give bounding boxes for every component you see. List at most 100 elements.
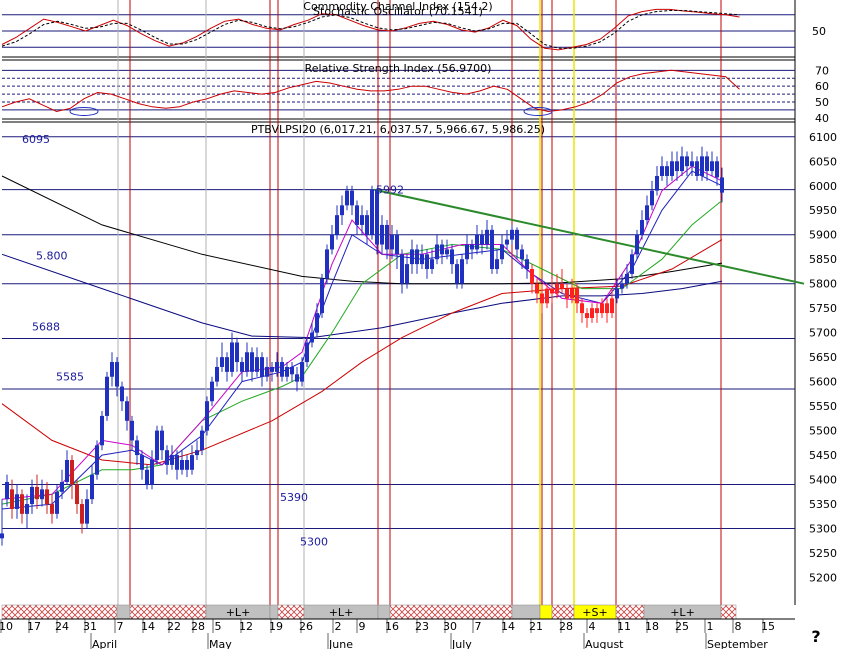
- price-level-label: 5300: [300, 535, 328, 548]
- date-tick-label: 14: [501, 620, 515, 633]
- date-tick-label: 7: [117, 620, 124, 633]
- candle: [20, 489, 24, 524]
- candle: [355, 200, 359, 235]
- rsi-title: Relative Strength Index (56.9700): [305, 62, 492, 75]
- candle-body: [40, 489, 44, 500]
- date-tick-label: 31: [83, 620, 97, 633]
- candle: [670, 151, 674, 181]
- candle-body: [320, 278, 324, 314]
- month-label: May: [209, 638, 232, 649]
- date-tick-label: 12: [239, 620, 253, 633]
- date-tick-label: 16: [385, 620, 399, 633]
- candle-body: [315, 313, 319, 333]
- signal-band: [539, 604, 553, 620]
- candle-body: [460, 259, 464, 284]
- candle-body: [550, 288, 554, 294]
- candle-body: [480, 234, 484, 245]
- candle-body: [450, 249, 454, 265]
- candle-body: [220, 357, 224, 367]
- candle: [400, 249, 404, 294]
- candle: [710, 151, 714, 176]
- candle-body: [640, 220, 644, 235]
- candle-body: [70, 459, 74, 485]
- moving-average-line: [1, 253, 723, 339]
- date-tick-label: 14: [141, 620, 155, 633]
- candle: [325, 244, 329, 284]
- candle-body: [340, 205, 344, 216]
- candle: [205, 396, 209, 436]
- candle-body: [590, 308, 594, 318]
- candle-body: [195, 450, 199, 456]
- candle: [705, 151, 709, 181]
- price-tick-label: 5800: [809, 278, 837, 291]
- candle-body: [65, 459, 69, 483]
- candle: [245, 342, 249, 377]
- candle: [45, 482, 49, 514]
- candle-body: [660, 166, 664, 176]
- candle-body: [225, 357, 229, 372]
- candle-body: [165, 450, 169, 465]
- candle: [260, 352, 264, 387]
- candle-body: [710, 161, 714, 172]
- date-tick-label: 25: [675, 620, 689, 633]
- candle-body: [595, 308, 599, 314]
- candle: [135, 435, 139, 465]
- candle: [340, 195, 344, 225]
- candle-body: [80, 504, 84, 524]
- price-tick-label: 5600: [809, 376, 837, 389]
- candle-body: [690, 161, 694, 167]
- candle-body: [160, 430, 164, 451]
- candle-body: [365, 215, 369, 235]
- candle-body: [700, 156, 704, 176]
- signal-band: [377, 604, 391, 620]
- candle-body: [565, 288, 569, 299]
- candle: [240, 357, 244, 382]
- candle-body: [55, 491, 59, 514]
- candle-body: [245, 352, 249, 372]
- candle-body: [635, 234, 639, 255]
- candle-body: [430, 259, 434, 270]
- price-tick-label: 5300: [809, 523, 837, 536]
- price-tick-label: 6050: [809, 155, 837, 168]
- candle-body: [285, 366, 289, 377]
- candle-body: [300, 362, 304, 382]
- signal-band: [277, 604, 305, 620]
- candle: [185, 455, 189, 478]
- month-label: August: [585, 638, 624, 649]
- candle-body: [675, 161, 679, 172]
- date-tick-label: 15: [761, 620, 775, 633]
- month-label: July: [451, 638, 472, 649]
- candle-body: [260, 357, 264, 377]
- candle: [330, 224, 334, 255]
- candle-body: [210, 381, 214, 402]
- candle-body: [115, 362, 119, 387]
- date-tick-label: 10: [0, 620, 13, 633]
- moving-average-line: [1, 239, 723, 466]
- candle: [605, 298, 609, 323]
- candle: [40, 479, 44, 507]
- rsi-tick-label: 60: [815, 80, 829, 93]
- candle-body: [250, 352, 254, 372]
- candle-body: [465, 244, 469, 260]
- candle: [85, 489, 89, 529]
- candle: [630, 249, 634, 279]
- month-label: June: [328, 638, 353, 649]
- candle-body: [715, 161, 719, 178]
- price-title: PTBVLPSI20 (6,017.21, 6,037.57, 5,966.67…: [251, 123, 545, 136]
- candle-body: [670, 161, 674, 176]
- candle-body: [475, 234, 479, 250]
- candle: [230, 332, 234, 377]
- price-level-label: 5390: [280, 491, 308, 504]
- candle: [465, 234, 469, 265]
- candle: [290, 362, 294, 382]
- candle: [220, 342, 224, 372]
- month-label: September: [707, 638, 768, 649]
- candle: [375, 188, 379, 255]
- candle: [510, 224, 514, 245]
- candle-body: [495, 259, 499, 270]
- date-tick-label: 5: [215, 620, 222, 633]
- candle: [680, 146, 684, 176]
- candle: [95, 440, 99, 480]
- candle-body: [310, 332, 314, 343]
- date-tick-label: 26: [299, 620, 313, 633]
